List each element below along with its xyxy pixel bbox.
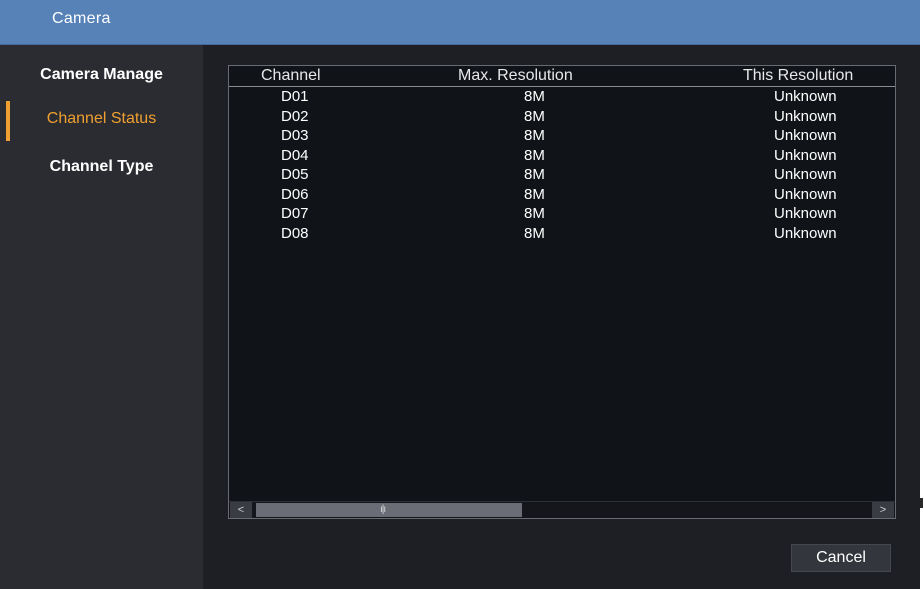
scrollbar-thumb[interactable]: ı|ı <box>256 503 522 517</box>
cell-this-resolution: Unknown <box>774 88 837 105</box>
cell-max-resolution: 8M <box>524 127 545 144</box>
main-panel: Channel Max. Resolution This Resolution … <box>203 45 920 589</box>
cell-channel: D04 <box>281 146 309 164</box>
cell-channel: D07 <box>281 205 309 222</box>
table-row[interactable]: D08 8M Unknown <box>229 224 895 244</box>
column-header-this-resolution[interactable]: This Resolution <box>743 67 853 85</box>
table-row[interactable]: D06 8M Unknown <box>229 185 895 205</box>
cell-max-resolution: 8M <box>524 146 545 164</box>
sidebar-item-camera-manage[interactable]: Camera Manage <box>0 55 203 95</box>
horizontal-scrollbar[interactable]: < ı|ı > <box>229 501 895 518</box>
sidebar-item-channel-status[interactable]: Channel Status <box>0 97 203 141</box>
scroll-left-arrow-icon[interactable]: < <box>230 502 252 518</box>
cell-max-resolution: 8M <box>524 185 545 203</box>
table-header: Channel Max. Resolution This Resolution <box>229 66 895 87</box>
table-row[interactable]: D04 8M Unknown <box>229 146 895 166</box>
sidebar: Camera Manage Channel Status Channel Typ… <box>0 45 203 589</box>
window-title: Camera <box>52 10 111 27</box>
sidebar-item-channel-type[interactable]: Channel Type <box>0 145 203 185</box>
scroll-right-arrow-icon[interactable]: > <box>872 502 894 518</box>
cell-channel: D02 <box>281 107 309 125</box>
sidebar-item-label: Channel Status <box>46 110 157 127</box>
cell-channel: D01 <box>281 88 309 105</box>
cell-this-resolution: Unknown <box>774 127 837 144</box>
cell-this-resolution: Unknown <box>774 166 837 183</box>
column-header-max-resolution[interactable]: Max. Resolution <box>458 67 573 85</box>
grip-icon: ı|ı <box>380 504 386 515</box>
cell-this-resolution: Unknown <box>774 107 837 125</box>
sidebar-item-label: Channel Type <box>49 158 154 175</box>
edge-divider <box>920 498 923 508</box>
table-row[interactable]: D05 8M Unknown <box>229 165 895 185</box>
cell-max-resolution: 8M <box>524 224 545 242</box>
cell-max-resolution: 8M <box>524 107 545 125</box>
cell-this-resolution: Unknown <box>774 224 837 242</box>
cell-max-resolution: 8M <box>524 88 545 105</box>
title-bar: Camera <box>0 0 920 45</box>
column-header-channel[interactable]: Channel <box>261 67 321 85</box>
cell-this-resolution: Unknown <box>774 205 837 222</box>
cell-max-resolution: 8M <box>524 205 545 222</box>
table-row[interactable]: D07 8M Unknown <box>229 204 895 224</box>
cell-this-resolution: Unknown <box>774 146 837 164</box>
cell-channel: D03 <box>281 127 309 144</box>
table-row[interactable]: D01 8M Unknown <box>229 87 895 107</box>
cell-channel: D08 <box>281 224 309 242</box>
cell-this-resolution: Unknown <box>774 185 837 203</box>
table-body: D01 8M Unknown D02 8M Unknown D03 8M Unk… <box>229 87 895 243</box>
cell-max-resolution: 8M <box>524 166 545 183</box>
table-row[interactable]: D02 8M Unknown <box>229 107 895 127</box>
camera-window: Camera Camera Manage Channel Status Chan… <box>0 0 920 589</box>
table-row[interactable]: D03 8M Unknown <box>229 126 895 146</box>
cell-channel: D06 <box>281 185 309 203</box>
cell-channel: D05 <box>281 166 309 183</box>
sidebar-item-label: Camera Manage <box>40 66 163 83</box>
channel-status-table: Channel Max. Resolution This Resolution … <box>228 65 896 519</box>
cancel-button[interactable]: Cancel <box>791 544 891 572</box>
